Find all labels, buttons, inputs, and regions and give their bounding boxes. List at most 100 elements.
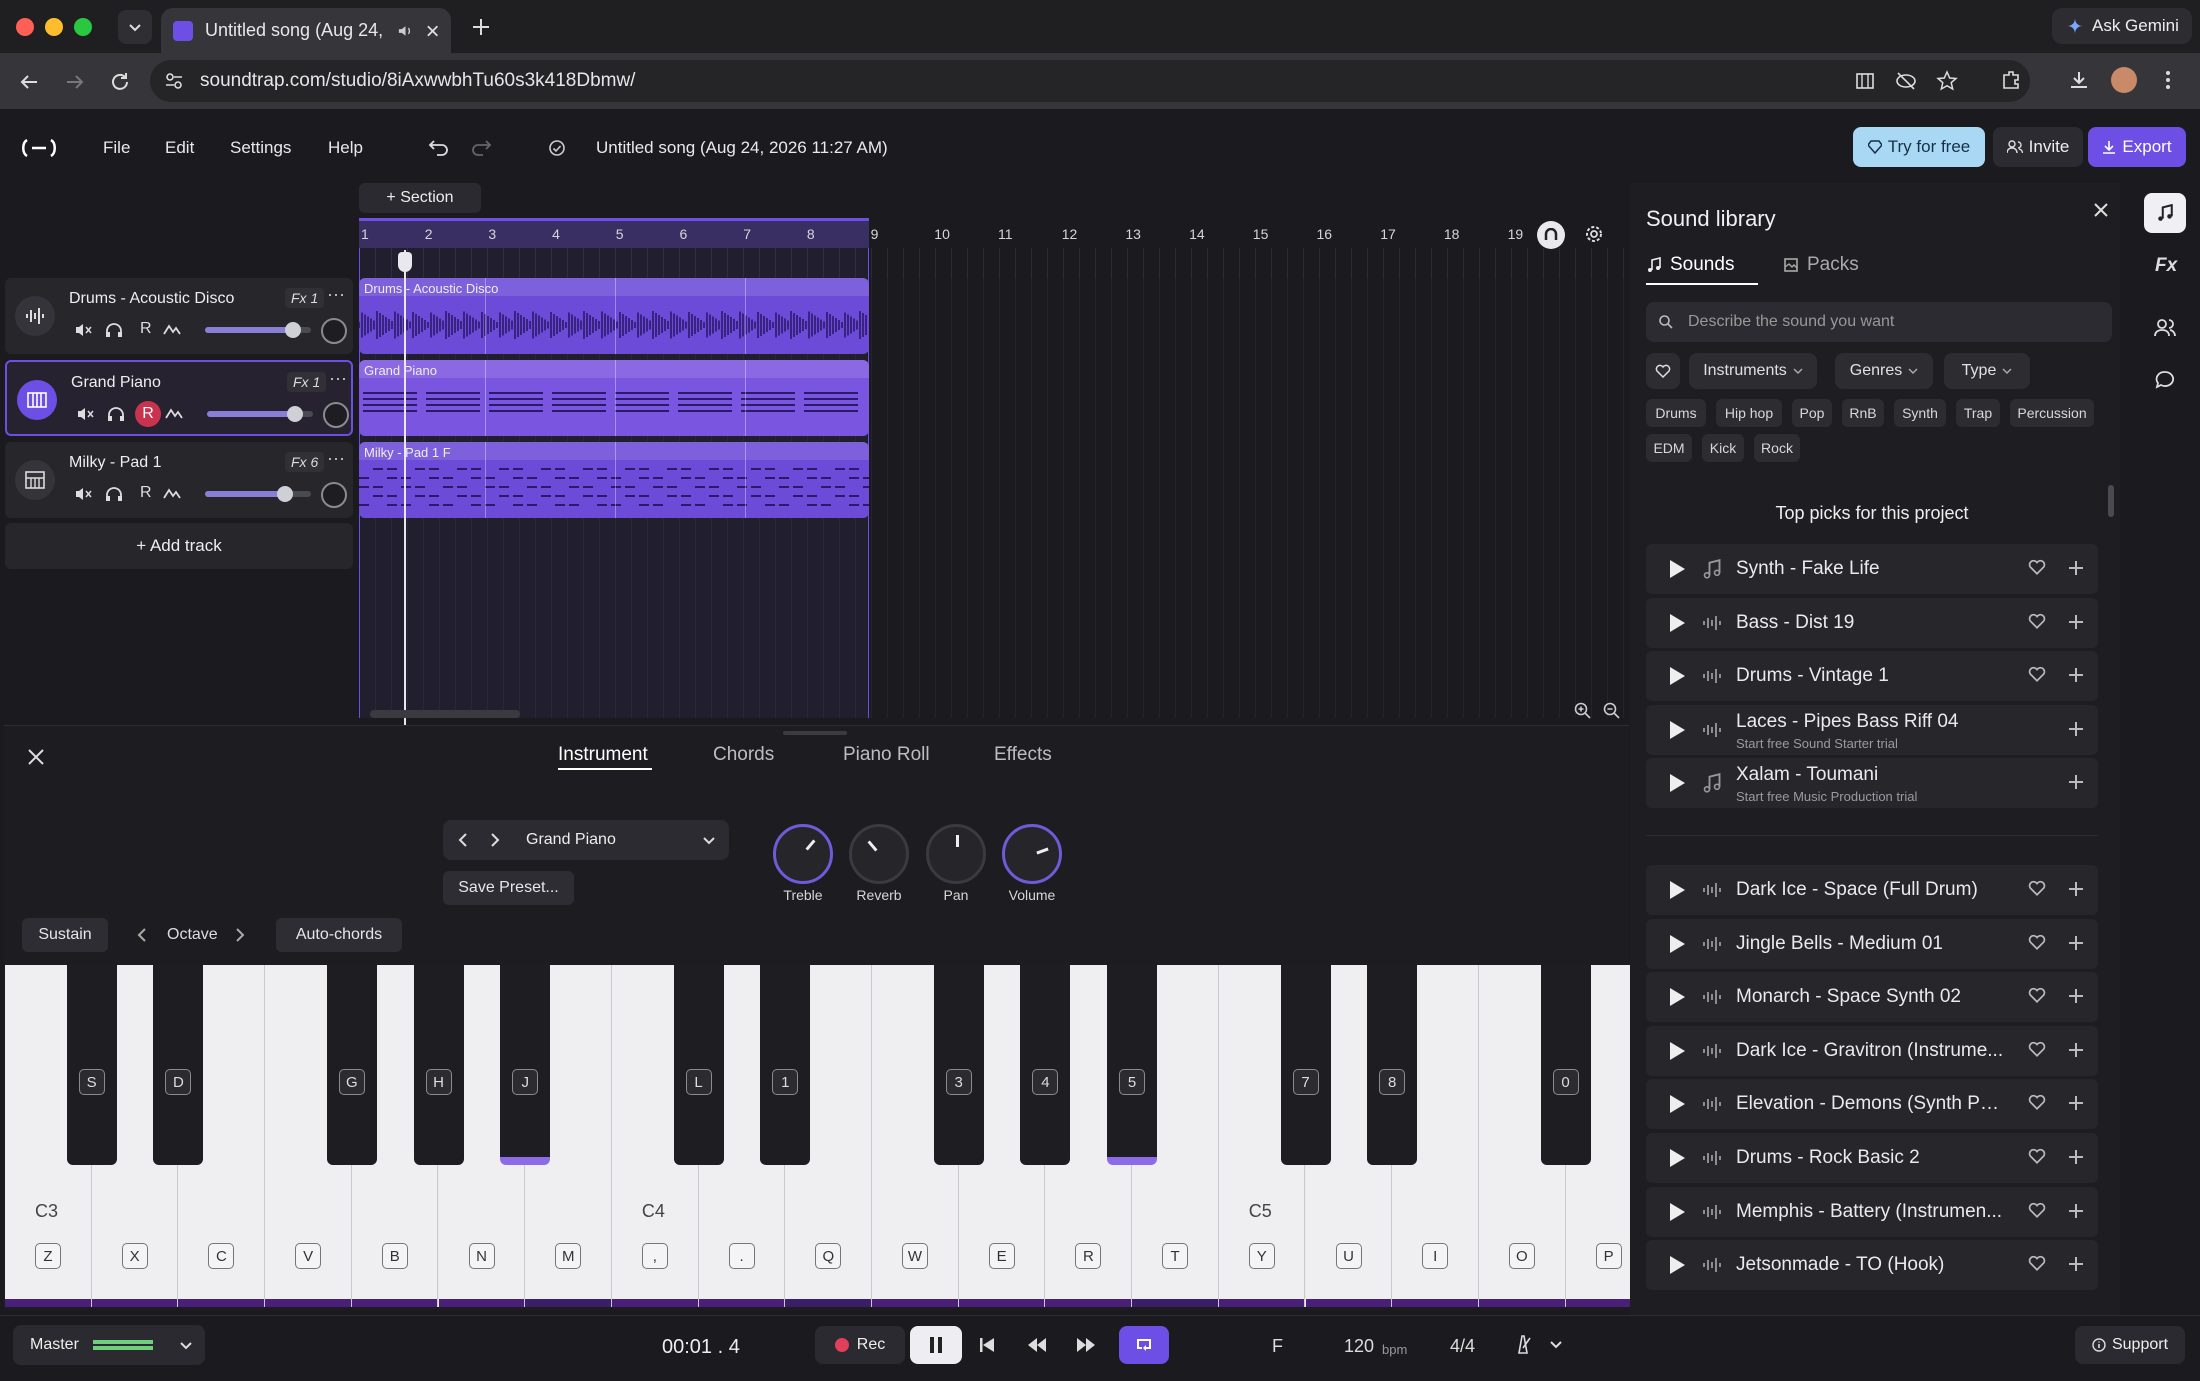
sound-row[interactable]: Xalam - Toumani Start free Music Producti… — [1646, 758, 2098, 808]
record-arm-button[interactable]: R — [140, 320, 152, 338]
favorite-button[interactable] — [2028, 1148, 2046, 1164]
loop-button[interactable] — [1119, 1326, 1169, 1364]
play-preview-button[interactable] — [1668, 1094, 1686, 1114]
play-preview-button[interactable] — [1668, 934, 1686, 954]
black-key[interactable]: G — [326, 965, 377, 1165]
favorite-button[interactable] — [2028, 1041, 2046, 1057]
automation-icon[interactable] — [163, 486, 181, 502]
mute-icon[interactable] — [75, 486, 93, 502]
sound-row[interactable]: Elevation - Demons (Synth Pad) — [1646, 1079, 2098, 1130]
favorite-button[interactable] — [2028, 1202, 2046, 1218]
octave-up-icon[interactable] — [234, 927, 246, 943]
pan-knob[interactable] — [926, 824, 986, 884]
previous-preset-icon[interactable] — [457, 832, 469, 848]
volume-slider[interactable] — [205, 486, 311, 502]
collaborators-icon[interactable] — [2154, 318, 2176, 338]
play-preview-button[interactable] — [1668, 880, 1686, 900]
headphones-icon[interactable] — [107, 406, 125, 422]
volume-slider[interactable] — [205, 322, 311, 338]
play-preview-button[interactable] — [1668, 773, 1686, 793]
play-preview-button[interactable] — [1668, 559, 1686, 579]
close-library-icon[interactable] — [2092, 201, 2110, 219]
profile-avatar[interactable] — [2111, 67, 2137, 93]
play-preview-button[interactable] — [1668, 613, 1686, 633]
fx-button[interactable]: Fx 6 — [285, 452, 325, 472]
genre-chip[interactable]: Rock — [1754, 434, 1800, 462]
zoom-out-icon[interactable] — [1603, 702, 1621, 720]
save-preset-button[interactable]: Save Preset... — [443, 871, 574, 905]
favorite-button[interactable] — [2028, 559, 2046, 575]
playhead[interactable] — [404, 250, 406, 725]
headphones-icon[interactable] — [105, 322, 123, 338]
sound-row[interactable]: Laces - Pipes Bass Riff 04 Start free Sou… — [1646, 704, 2098, 755]
tempo-value[interactable]: 120 — [1344, 1336, 1374, 1357]
forward-arrow-icon[interactable] — [64, 71, 86, 93]
play-preview-button[interactable] — [1668, 987, 1686, 1007]
add-track-button[interactable]: + Add track — [5, 523, 353, 569]
add-sound-button[interactable] — [2066, 879, 2086, 899]
genre-chip[interactable]: Kick — [1702, 434, 1744, 462]
pan-knob[interactable] — [321, 318, 347, 344]
horizontal-scrollbar[interactable] — [370, 710, 520, 718]
back-arrow-icon[interactable] — [18, 71, 40, 93]
timeline-ruler[interactable]: 1 2 3 4 5 6 7 8 9 10 11 12 13 14 15 16 17 18 19 — [359, 218, 1629, 248]
clip[interactable]: Milky - Pad 1 F — [359, 442, 869, 518]
menu-file[interactable]: File — [103, 138, 130, 158]
genre-chip[interactable]: Pop — [1792, 399, 1832, 427]
undo-icon[interactable] — [428, 137, 450, 157]
metronome-icon[interactable] — [1514, 1334, 1532, 1354]
tab-chords[interactable]: Chords — [713, 744, 774, 766]
play-preview-button[interactable] — [1668, 1255, 1686, 1275]
sound-row[interactable]: Bass - Dist 19 — [1646, 597, 2098, 648]
soundtrap-logo-icon[interactable] — [20, 138, 58, 158]
address-bar[interactable]: soundtrap.com/studio/8iAxwwbhTu60s3k418D… — [150, 60, 2030, 102]
fast-forward-icon[interactable] — [1075, 1336, 1097, 1354]
playhead-handle[interactable] — [398, 252, 412, 272]
try-for-free-button[interactable]: Try for free — [1853, 127, 1985, 167]
black-key[interactable]: 8 — [1367, 965, 1418, 1165]
rewind-icon[interactable] — [1026, 1336, 1048, 1354]
add-sound-button[interactable] — [2066, 665, 2086, 685]
track-header-grand-piano[interactable]: Grand Piano Fx 1 ··· R — [5, 360, 353, 436]
ask-gemini-button[interactable]: Ask Gemini — [2052, 8, 2192, 44]
browser-tab[interactable]: Untitled song (Aug 24, 20 — [161, 8, 451, 53]
key-display[interactable]: F — [1272, 1336, 1283, 1357]
auto-chords-button[interactable]: Auto-chords — [276, 918, 402, 952]
reverb-knob[interactable] — [849, 824, 909, 884]
favorite-button[interactable] — [2028, 1094, 2046, 1111]
type-dropdown[interactable]: Type — [1944, 353, 2030, 389]
add-sound-button[interactable] — [2066, 986, 2086, 1006]
menu-edit[interactable]: Edit — [165, 138, 194, 158]
sound-row[interactable]: Synth - Fake Life — [1646, 544, 2098, 594]
snap-toggle[interactable] — [1537, 221, 1565, 249]
black-key[interactable]: 3 — [933, 965, 984, 1165]
black-key[interactable]: 7 — [1280, 965, 1331, 1165]
black-key[interactable]: L — [673, 965, 724, 1165]
new-tab-icon[interactable] — [470, 16, 492, 38]
invite-button[interactable]: Invite — [1993, 127, 2083, 167]
add-sound-button[interactable] — [2066, 1093, 2086, 1113]
add-sound-button[interactable] — [2066, 719, 2086, 739]
track-more-icon[interactable]: ··· — [327, 448, 345, 469]
zoom-in-icon[interactable] — [1574, 702, 1592, 720]
headphones-icon[interactable] — [105, 486, 123, 502]
song-title[interactable]: Untitled song (Aug 24, 2026 11:27 AM) — [596, 138, 888, 158]
close-panel-icon[interactable] — [26, 747, 46, 767]
track-name[interactable]: Grand Piano — [71, 374, 161, 392]
sound-row[interactable]: Jingle Bells - Medium 01 — [1646, 918, 2098, 969]
genre-chip[interactable]: Hip hop — [1716, 399, 1782, 427]
play-preview-button[interactable] — [1668, 666, 1686, 686]
black-key[interactable]: S — [66, 965, 117, 1165]
favorite-button[interactable] — [2028, 1255, 2046, 1272]
pan-knob[interactable] — [323, 402, 349, 428]
track-name[interactable]: Drums - Acoustic Disco — [69, 290, 234, 308]
support-button[interactable]: Support — [2075, 1326, 2185, 1364]
clip[interactable]: Grand Piano — [359, 360, 869, 436]
genre-chip[interactable]: Percussion — [2010, 399, 2094, 427]
skip-to-start-icon[interactable] — [978, 1336, 996, 1354]
genre-chip[interactable]: Trap — [1956, 399, 2000, 427]
track-more-icon[interactable]: ··· — [327, 284, 345, 305]
add-sound-button[interactable] — [2066, 1040, 2086, 1060]
add-sound-button[interactable] — [2066, 612, 2086, 632]
genres-dropdown[interactable]: Genres — [1835, 353, 1933, 389]
